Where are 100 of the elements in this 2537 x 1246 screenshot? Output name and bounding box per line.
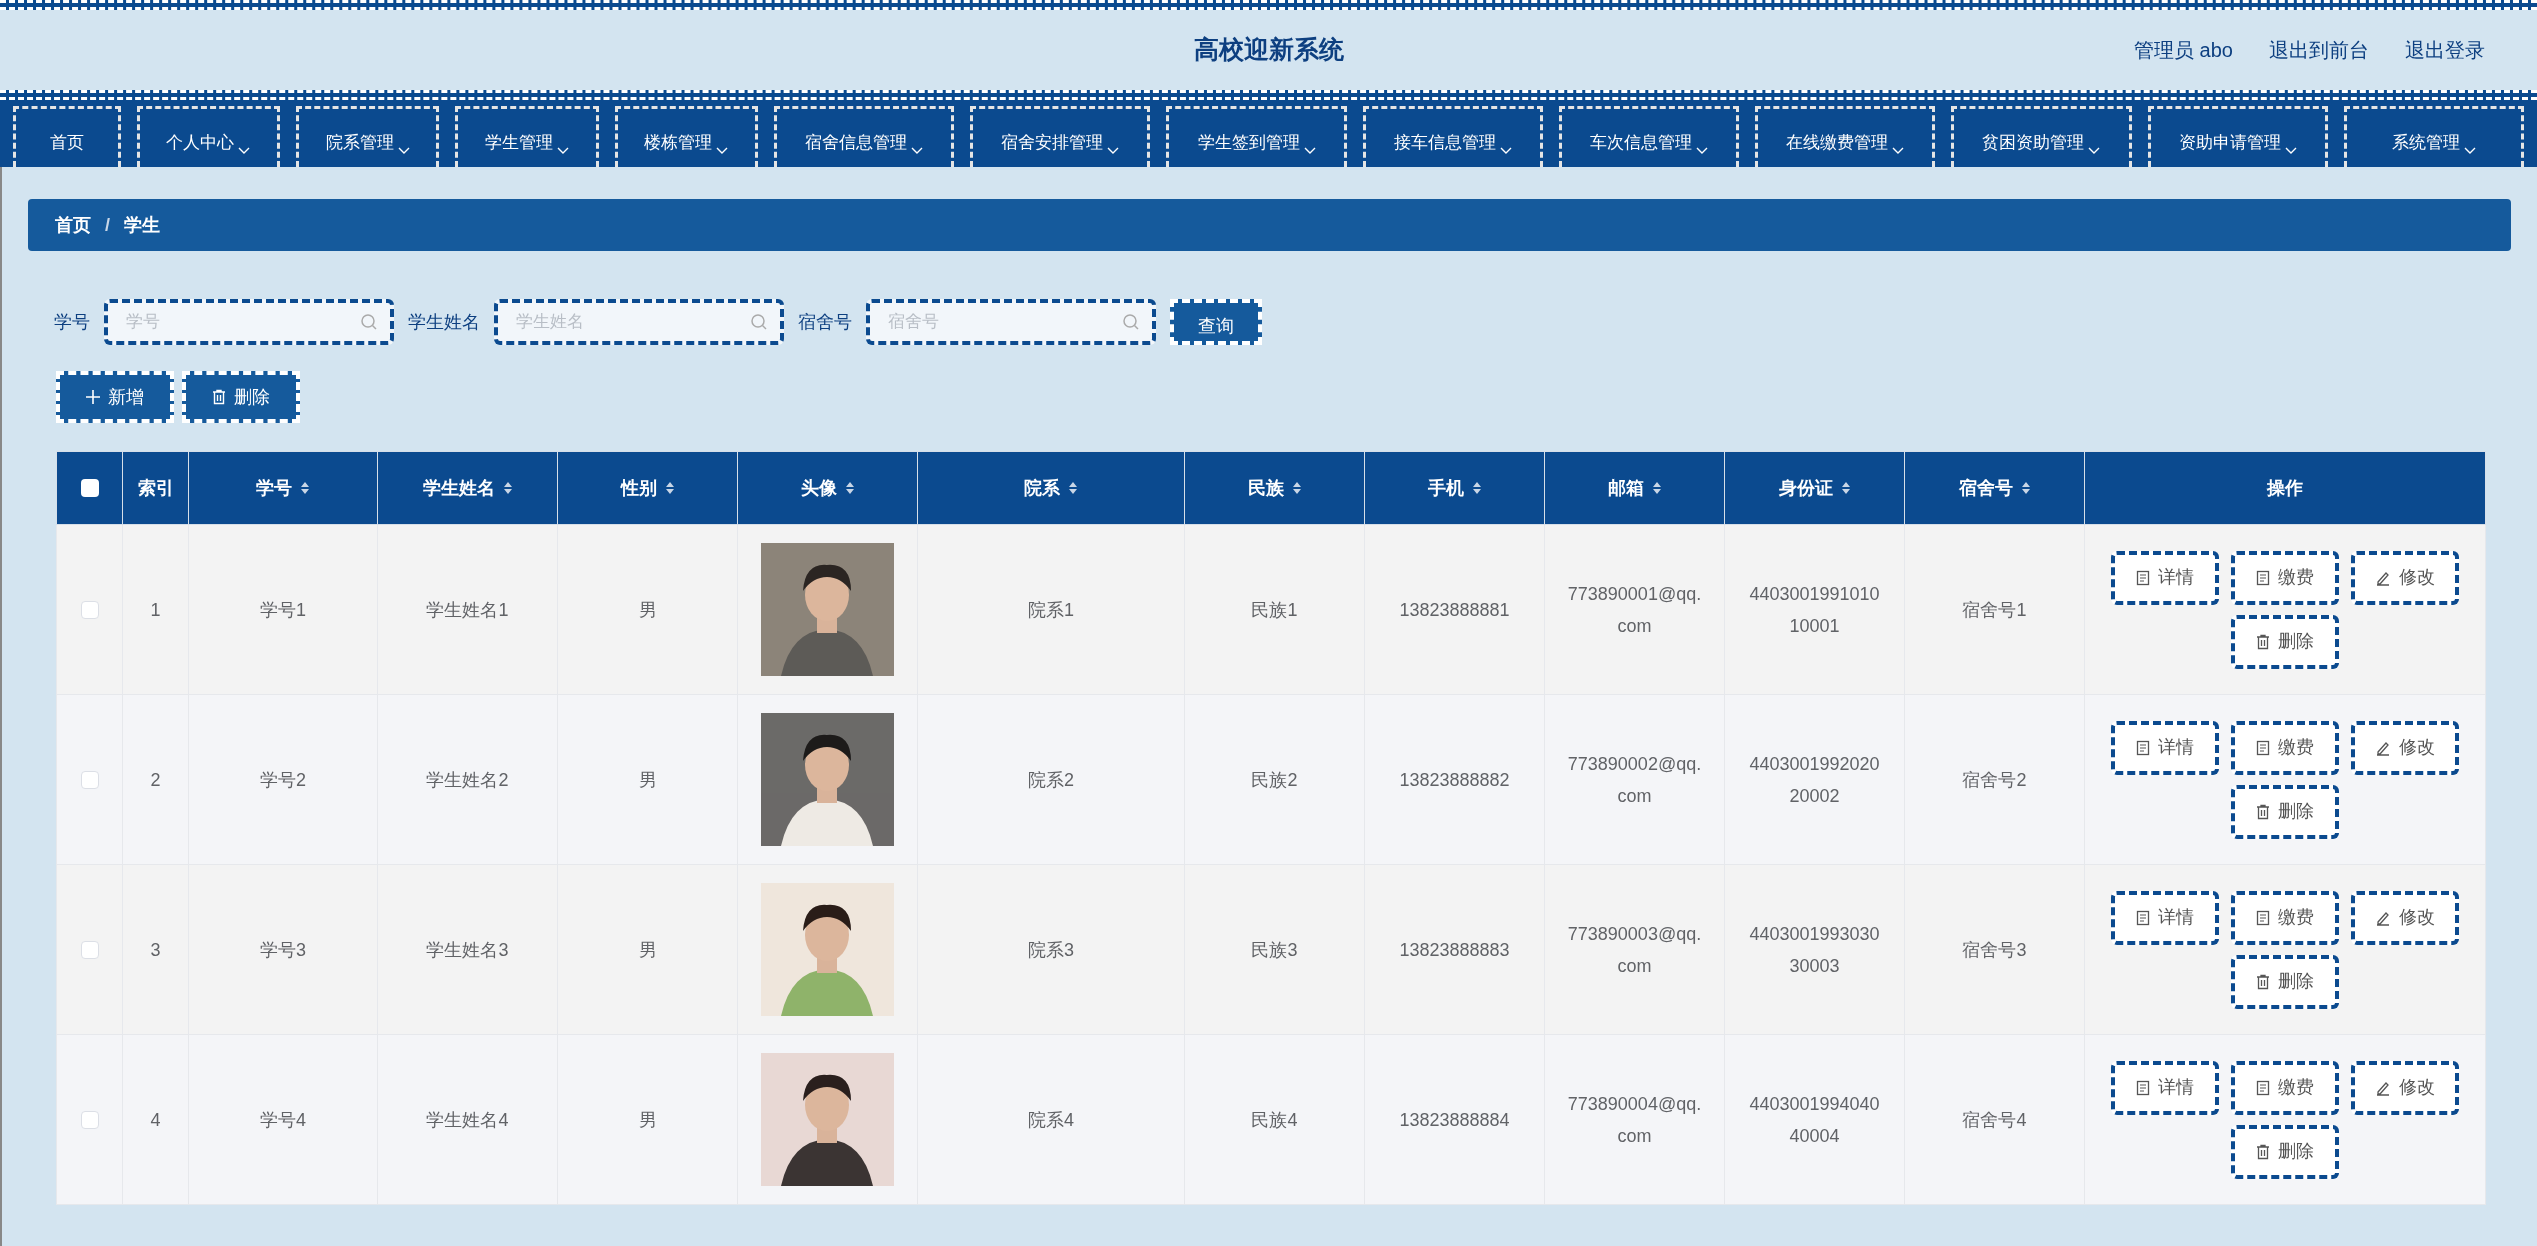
delete-button[interactable]: 删除 xyxy=(182,371,300,423)
delete-button[interactable]: 删除 xyxy=(2231,614,2339,669)
row-checkbox[interactable] xyxy=(80,1110,99,1129)
pay-button[interactable]: 缴费 xyxy=(2231,890,2339,945)
chevron-down-icon xyxy=(911,147,924,155)
table-cell: 学生姓名1 xyxy=(426,599,509,620)
breadcrumb-link[interactable]: 学生 xyxy=(124,211,160,239)
document-icon xyxy=(2136,739,2150,756)
delete-button[interactable]: 删除 xyxy=(2231,954,2339,1009)
edit-button[interactable]: 修改 xyxy=(2351,550,2459,605)
chevron-down-icon xyxy=(2088,147,2101,155)
chevron-down-icon xyxy=(1892,147,1905,155)
table-cell: 3 xyxy=(150,939,161,960)
nav-item[interactable]: 在线缴费管理 xyxy=(1755,106,1936,167)
table-cell: 民族2 xyxy=(1251,769,1298,790)
pay-button[interactable]: 缴费 xyxy=(2231,1060,2339,1115)
detail-button[interactable]: 详情 xyxy=(2111,550,2219,605)
table-cell: 院系2 xyxy=(1028,769,1074,790)
column-header: 头像 xyxy=(800,476,837,500)
nav-item[interactable]: 系统管理 xyxy=(2343,106,2524,167)
search-field[interactable]: 学号 xyxy=(104,299,394,345)
delete-button[interactable]: 删除 xyxy=(2231,784,2339,839)
search-icon xyxy=(1122,313,1140,331)
detail-button[interactable]: 详情 xyxy=(2111,890,2219,945)
column-header: 学号 xyxy=(256,476,292,500)
table-cell: 宿舍号2 xyxy=(1962,769,2027,790)
table-cell: 773890001@qq.com xyxy=(1567,583,1702,636)
query-button[interactable]: 查询 xyxy=(1170,299,1262,345)
nav-item[interactable]: 车次信息管理 xyxy=(1558,106,1740,167)
edit-button[interactable]: 修改 xyxy=(2351,890,2459,945)
chevron-down-icon xyxy=(1499,147,1512,155)
row-checkbox[interactable] xyxy=(80,770,99,789)
table-cell: 学号1 xyxy=(260,599,306,620)
chevron-down-icon xyxy=(716,147,729,155)
table-cell: 学生姓名3 xyxy=(426,939,509,960)
delete-button[interactable]: 删除 xyxy=(2231,1124,2339,1179)
detail-button[interactable]: 详情 xyxy=(2111,1060,2219,1115)
chevron-down-icon xyxy=(1303,147,1316,155)
sort-icon xyxy=(844,481,855,495)
nav-item[interactable]: 个人中心 xyxy=(136,106,280,167)
nav-item[interactable]: 院系管理 xyxy=(295,106,440,167)
search-field[interactable]: 宿舍号 xyxy=(866,299,1156,345)
table-cell: 宿舍号1 xyxy=(1962,599,2027,620)
document-icon xyxy=(2256,1079,2270,1096)
trash-icon xyxy=(2256,973,2270,990)
table-cell: 学号4 xyxy=(260,1109,306,1130)
pay-button[interactable]: 缴费 xyxy=(2231,720,2339,775)
nav-item[interactable]: 资助申请管理 xyxy=(2147,106,2328,167)
search-field[interactable]: 学生姓名 xyxy=(494,299,784,345)
header-link[interactable]: 退出到前台 xyxy=(2269,35,2369,65)
row-checkbox[interactable] xyxy=(80,600,99,619)
nav-item[interactable]: 宿舍信息管理 xyxy=(774,106,955,167)
nav-item[interactable]: 学生管理 xyxy=(455,106,599,167)
nav-item[interactable]: 贫困资助管理 xyxy=(1951,106,2132,167)
table-cell: 宿舍号3 xyxy=(1962,939,2027,960)
table-cell: 773890002@qq.com xyxy=(1567,753,1702,806)
pay-button[interactable]: 缴费 xyxy=(2231,550,2339,605)
plus-icon xyxy=(86,390,100,404)
chevron-down-icon xyxy=(557,147,569,155)
trash-icon xyxy=(2256,633,2270,650)
table-cell: 13823888881 xyxy=(1399,599,1510,620)
table-cell: 13823888882 xyxy=(1399,769,1510,790)
header-link[interactable]: 管理员 abo xyxy=(2134,35,2233,65)
table-cell: 院系1 xyxy=(1028,599,1074,620)
nav-item[interactable]: 学生签到管理 xyxy=(1166,106,1347,167)
table-cell: 男 xyxy=(638,1109,657,1130)
sort-icon xyxy=(502,481,513,495)
nav-item[interactable]: 接车信息管理 xyxy=(1362,106,1543,167)
header-link[interactable]: 退出登录 xyxy=(2405,35,2485,65)
column-header: 邮箱 xyxy=(1607,476,1644,500)
sort-icon xyxy=(1068,481,1078,495)
column-header: 民族 xyxy=(1247,476,1284,500)
column-header: 宿舍号 xyxy=(1958,476,2013,500)
field-label: 学号 xyxy=(54,310,90,334)
nav-item[interactable]: 宿舍安排管理 xyxy=(970,106,1151,167)
chevron-down-icon xyxy=(238,147,251,155)
site-title: 高校迎新系统 xyxy=(1193,34,1344,66)
table-cell: 院系4 xyxy=(1028,1109,1074,1130)
edit-button[interactable]: 修改 xyxy=(2351,1060,2459,1115)
table-cell: 男 xyxy=(638,939,657,960)
table-cell: 773890003@qq.com xyxy=(1567,923,1702,976)
table-cell: 学号3 xyxy=(260,939,306,960)
column-header: 性别 xyxy=(620,476,657,500)
table-cell: 440300199202020002 xyxy=(1749,753,1880,806)
select-all-checkbox[interactable] xyxy=(80,479,99,497)
table-cell: 民族1 xyxy=(1251,599,1298,620)
detail-button[interactable]: 详情 xyxy=(2111,720,2219,775)
edit-button[interactable]: 修改 xyxy=(2351,720,2459,775)
add-button[interactable]: 新增 xyxy=(56,371,174,423)
nav-item[interactable]: 首页 xyxy=(13,106,121,167)
chevron-down-icon xyxy=(397,147,410,155)
table-cell: 4 xyxy=(150,1109,161,1130)
chevron-down-icon xyxy=(1696,147,1709,155)
table-cell: 学生姓名4 xyxy=(426,1109,509,1130)
breadcrumb-link[interactable]: 首页 xyxy=(55,211,91,239)
nav-item[interactable]: 楼栋管理 xyxy=(614,106,759,167)
breadcrumb-separator: / xyxy=(105,213,110,237)
row-checkbox[interactable] xyxy=(80,940,99,959)
table-cell: 13823888884 xyxy=(1399,1109,1510,1130)
table-cell: 440300199101010001 xyxy=(1749,583,1880,636)
